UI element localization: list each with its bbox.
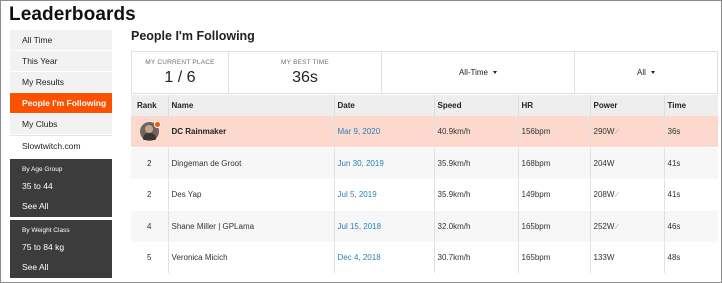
- table-row[interactable]: 2 Dingeman de Groot Jun 30, 2019 35.9km/…: [131, 147, 718, 180]
- speed-cell: 35.9km/h: [433, 147, 518, 180]
- achievement-badge-icon: [153, 121, 161, 128]
- section-title: People I'm Following: [131, 29, 255, 43]
- current-place-stat: MY CURRENT PLACE 1 / 6: [132, 52, 229, 93]
- time-cell: 41s: [663, 179, 718, 211]
- leaderboard-table: Rank Name Date Speed HR Power Time DC Ra…: [131, 95, 718, 274]
- sidebar-item-my-clubs[interactable]: My Clubs: [10, 114, 112, 135]
- stats-bar: MY CURRENT PLACE 1 / 6 MY BEST TIME 36s …: [131, 51, 718, 94]
- hr-cell: 165bpm: [517, 210, 590, 243]
- sidebar-item-this-year[interactable]: This Year: [10, 51, 112, 72]
- column-header-time: Time: [663, 95, 718, 116]
- activity-date-link[interactable]: Jul 15, 2018: [338, 222, 382, 231]
- best-time-stat: MY BEST TIME 36s: [229, 52, 382, 93]
- power-value: 290W: [593, 127, 615, 136]
- rank-cell: 2: [131, 147, 168, 180]
- speed-cell: 40.9km/h: [433, 116, 518, 148]
- column-header-power: Power: [589, 95, 664, 116]
- weight-class-see-all-link[interactable]: See All: [22, 260, 112, 274]
- power-cell: 252W ⁄: [589, 210, 664, 243]
- sidebar-item-all-time[interactable]: All Time: [10, 30, 112, 51]
- table-row[interactable]: 2 Des Yap Jul 5, 2019 35.9km/h 149bpm 20…: [131, 179, 718, 211]
- power-cell: 208W ⁄: [589, 179, 664, 211]
- power-cell: 290W ⁄: [589, 116, 664, 148]
- column-header-date: Date: [333, 95, 434, 116]
- time-cell: 46s: [663, 210, 718, 243]
- speed-cell: 32.0km/h: [433, 210, 518, 243]
- lightning-bolt-icon: ⁄: [616, 192, 618, 200]
- best-time-value: 36s: [292, 68, 318, 86]
- activity-date-link[interactable]: Jul 5, 2019: [338, 190, 377, 199]
- speed-cell: 30.7km/h: [433, 242, 518, 274]
- athlete-name[interactable]: Shane Miller | GPLama: [167, 210, 334, 243]
- power-value: 252W: [593, 221, 615, 231]
- rank-cell: 4: [131, 210, 168, 243]
- age-group-title: By Age Group: [22, 166, 63, 173]
- leaderboard-sidebar: All Time This Year My Results People I'm…: [10, 30, 112, 278]
- page-title: Leaderboards: [9, 4, 136, 25]
- date-cell: Mar 9, 2020: [333, 116, 434, 148]
- chevron-down-icon: [493, 71, 498, 74]
- power-value: 208W: [593, 190, 615, 200]
- current-place-label: MY CURRENT PLACE: [145, 58, 215, 66]
- activity-date-link[interactable]: Dec 4, 2018: [338, 253, 381, 262]
- table-row[interactable]: 4 Shane Miller | GPLama Jul 15, 2018 32.…: [131, 210, 718, 243]
- weight-class-title: By Weight Class: [22, 227, 70, 234]
- column-header-hr: HR: [517, 95, 590, 116]
- athlete-name[interactable]: Veronica Micich: [167, 242, 334, 274]
- sidebar-item-people-following[interactable]: People I'm Following: [10, 93, 112, 114]
- time-cell: 41s: [663, 147, 718, 180]
- athlete-name[interactable]: Dingeman de Groot: [167, 147, 334, 180]
- current-place-value: 1 / 6: [164, 68, 196, 86]
- group-filter-dropdown[interactable]: All: [575, 52, 717, 93]
- table-row[interactable]: 5 Veronica Micich Dec 4, 2018 30.7km/h 1…: [131, 242, 718, 274]
- time-cell: 36s: [663, 116, 718, 148]
- time-range-dropdown[interactable]: All-Time: [382, 52, 575, 93]
- column-header-name: Name: [167, 95, 334, 116]
- date-cell: Jun 30, 2019: [333, 147, 434, 180]
- age-group-filter: By Age Group 35 to 44 See All: [10, 159, 112, 217]
- activity-date-link[interactable]: Jun 30, 2019: [338, 159, 384, 168]
- lightning-bolt-icon: ⁄: [616, 129, 618, 136]
- time-range-value: All-Time: [458, 68, 489, 77]
- table-header-row: Rank Name Date Speed HR Power Time: [131, 95, 718, 116]
- rank-cell: [131, 116, 168, 148]
- power-cell: 133W: [589, 242, 664, 274]
- table-row-current-athlete[interactable]: DC Rainmaker Mar 9, 2020 40.9km/h 156bpm…: [131, 116, 718, 148]
- weight-class-filter: By Weight Class 75 to 84 kg See All: [10, 220, 112, 278]
- group-filter-value: All: [637, 68, 646, 77]
- rank-cell: 5: [131, 242, 168, 274]
- chevron-down-icon: [650, 71, 655, 74]
- age-group-option[interactable]: 35 to 44: [22, 179, 112, 193]
- power-cell: 204W: [589, 147, 664, 180]
- rank-cell: 2: [131, 179, 168, 211]
- column-header-speed: Speed: [433, 95, 518, 116]
- date-cell: Dec 4, 2018: [333, 242, 434, 274]
- hr-cell: 165bpm: [517, 242, 590, 274]
- date-cell: Jul 15, 2018: [333, 210, 434, 243]
- hr-cell: 156bpm: [517, 116, 590, 148]
- avatar[interactable]: [139, 121, 161, 141]
- sidebar-item-slowtwitch[interactable]: Slowtwitch.com: [10, 135, 112, 156]
- weight-class-option[interactable]: 75 to 84 kg: [22, 240, 112, 254]
- athlete-name[interactable]: DC Rainmaker: [167, 116, 334, 148]
- activity-date-link[interactable]: Mar 9, 2020: [338, 127, 381, 136]
- hr-cell: 168bpm: [517, 147, 590, 180]
- time-cell: 48s: [663, 242, 718, 274]
- speed-cell: 35.9km/h: [433, 179, 518, 211]
- athlete-name[interactable]: Des Yap: [167, 179, 334, 211]
- date-cell: Jul 5, 2019: [333, 179, 434, 211]
- lightning-bolt-icon: ⁄: [616, 223, 618, 231]
- sidebar-item-my-results[interactable]: My Results: [10, 72, 112, 93]
- column-header-rank: Rank: [131, 95, 168, 116]
- hr-cell: 149bpm: [517, 179, 590, 211]
- best-time-label: MY BEST TIME: [281, 58, 329, 66]
- age-group-see-all-link[interactable]: See All: [22, 199, 112, 213]
